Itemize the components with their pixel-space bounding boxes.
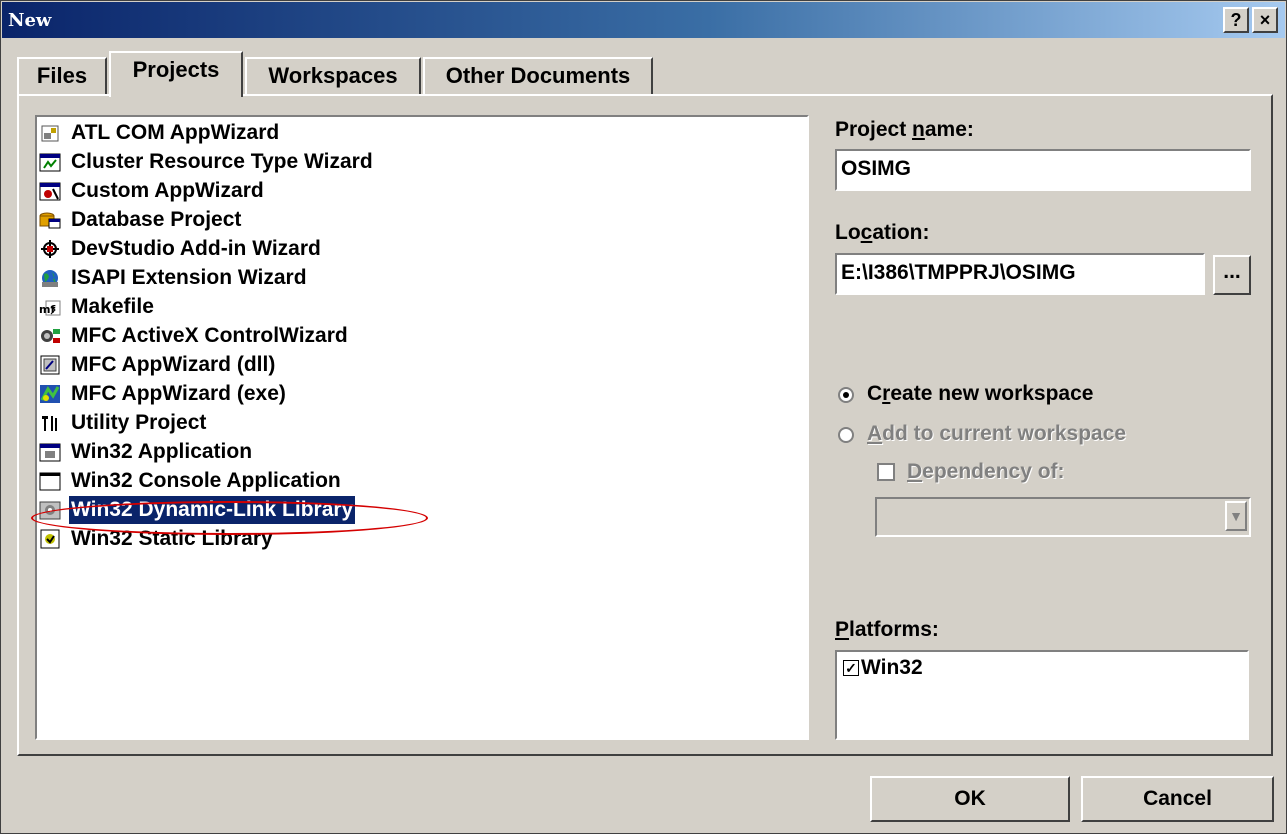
check-icon[interactable]: ✓ — [843, 660, 859, 677]
location-input[interactable]: E:\I386\TMPPRJ\OSIMG — [835, 253, 1205, 295]
add-workspace-radio[interactable] — [838, 427, 854, 443]
list-item-label: Cluster Resource Type Wizard — [71, 150, 373, 173]
platform-item[interactable]: ✓ Win32 — [843, 656, 923, 680]
utility-icon — [42, 416, 57, 431]
project-type-list[interactable]: ATL COM AppWizard Cluster Resource Type … — [35, 115, 809, 740]
list-item-label: ATL COM AppWizard — [71, 121, 280, 144]
console-icon — [39, 472, 61, 491]
window-title: New — [8, 10, 52, 31]
dependency-checkbox[interactable] — [877, 463, 895, 481]
cancel-button[interactable]: Cancel — [1081, 776, 1274, 822]
chevron-down-icon[interactable]: ▼ — [1225, 501, 1247, 531]
create-workspace-radio[interactable] — [838, 387, 854, 403]
win32-app-icon — [39, 443, 61, 462]
svg-text:mf: mf — [39, 303, 55, 316]
title-bar[interactable]: New ? × — [2, 2, 1285, 38]
create-workspace-label[interactable]: Create new workspace — [867, 382, 1093, 406]
dependency-label[interactable]: Dependency of: — [907, 460, 1065, 484]
list-item-label: Win32 Console Application — [71, 469, 341, 492]
red-annotation-ellipse — [31, 501, 428, 535]
list-item-label: Win32 Application — [71, 440, 253, 463]
list-item-label: MFC AppWizard (dll) — [71, 353, 276, 376]
activex-icon — [41, 329, 60, 343]
project-name-label: Project name: — [835, 118, 974, 141]
tab-other-documents[interactable]: Other Documents — [423, 57, 653, 95]
list-item-label: DevStudio Add-in Wizard — [71, 237, 321, 260]
custom-wizard-icon — [39, 182, 61, 201]
platforms-list[interactable]: ✓ Win32 — [835, 650, 1249, 740]
project-name-input[interactable]: OSIMG — [835, 149, 1251, 191]
new-dialog: New ? × Files Projects Workspaces Other … — [0, 0, 1287, 834]
list-item-label: Utility Project — [71, 411, 207, 434]
tab-projects[interactable]: Projects — [109, 51, 243, 97]
tab-files[interactable]: Files — [17, 57, 107, 95]
location-label: Location: — [835, 221, 930, 244]
mfc-exe-icon — [40, 385, 60, 403]
list-item-label: Makefile — [71, 295, 154, 318]
close-button[interactable]: × — [1252, 7, 1278, 33]
help-button[interactable]: ? — [1223, 7, 1249, 33]
dependency-combobox[interactable]: ▼ — [875, 497, 1251, 537]
platforms-label: Platforms: — [835, 618, 939, 641]
database-icon — [39, 212, 61, 229]
ok-button[interactable]: OK — [870, 776, 1070, 822]
globe-icon — [42, 270, 58, 287]
tab-workspaces[interactable]: Workspaces — [245, 57, 421, 95]
cluster-icon — [39, 153, 61, 172]
addin-icon — [41, 240, 59, 258]
add-workspace-label[interactable]: Add to current workspace — [867, 422, 1126, 446]
list-item-label: Custom AppWizard — [71, 179, 264, 202]
makefile-icon: mf — [39, 300, 61, 316]
list-item-label: MFC AppWizard (exe) — [71, 382, 286, 405]
list-item-label: Database Project — [71, 208, 242, 231]
mfc-dll-icon — [40, 355, 60, 375]
atl-icon — [41, 125, 59, 142]
list-item-label: MFC ActiveX ControlWizard — [71, 324, 348, 347]
static-lib-icon — [40, 529, 60, 549]
list-item-label: ISAPI Extension Wizard — [71, 266, 307, 289]
browse-button[interactable]: ... — [1213, 255, 1251, 295]
